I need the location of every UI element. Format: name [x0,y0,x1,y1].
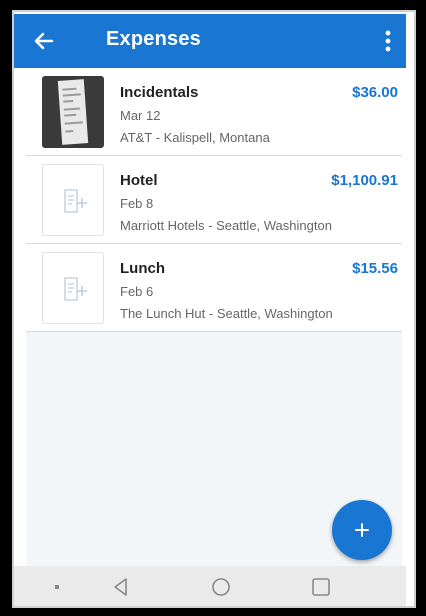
system-nav-bar [14,566,406,606]
plus-icon [355,523,369,537]
expense-row-incidentals[interactable]: Incidentals $36.00 Mar 12 AT&T - Kalispe… [26,68,402,156]
app-bar: Expenses [14,14,406,68]
more-options-icon[interactable] [380,28,396,54]
expense-date: Feb 8 [120,196,154,211]
expense-vendor: The Lunch Hut - Seattle, Washington [120,306,333,321]
expense-vendor: AT&T - Kalispell, Montana [120,130,270,145]
expense-name: Lunch [120,260,165,277]
home-circle-icon[interactable] [210,576,232,598]
add-receipt-button[interactable] [42,252,104,324]
expense-row-lunch[interactable]: Lunch $15.56 Feb 6 The Lunch Hut - Seatt… [26,244,402,332]
expense-amount: $36.00 [352,84,398,101]
add-receipt-button[interactable] [42,164,104,236]
add-expense-button[interactable] [332,500,392,560]
expense-row-hotel[interactable]: Hotel $1,100.91 Feb 8 Marriott Hotels - … [26,156,402,244]
expense-amount: $15.56 [352,260,398,277]
menu-dot-icon[interactable] [46,576,68,598]
expense-name: Hotel [120,172,158,189]
expense-vendor: Marriott Hotels - Seattle, Washington [120,218,332,233]
expense-date: Feb 6 [120,284,154,299]
receipt-photo-thumbnail[interactable] [42,76,104,148]
receipt-paper-image [57,79,89,145]
recents-square-icon[interactable] [310,576,332,598]
expense-amount: $1,100.91 [331,172,398,189]
page-title: Expenses [106,28,201,50]
expense-name: Incidentals [120,84,199,101]
expense-date: Mar 12 [120,108,161,123]
expense-list: Incidentals $36.00 Mar 12 AT&T - Kalispe… [26,68,402,566]
add-receipt-icon [64,277,87,301]
add-receipt-icon [64,189,87,213]
back-triangle-icon[interactable] [110,576,132,598]
back-arrow-icon[interactable] [30,27,58,55]
